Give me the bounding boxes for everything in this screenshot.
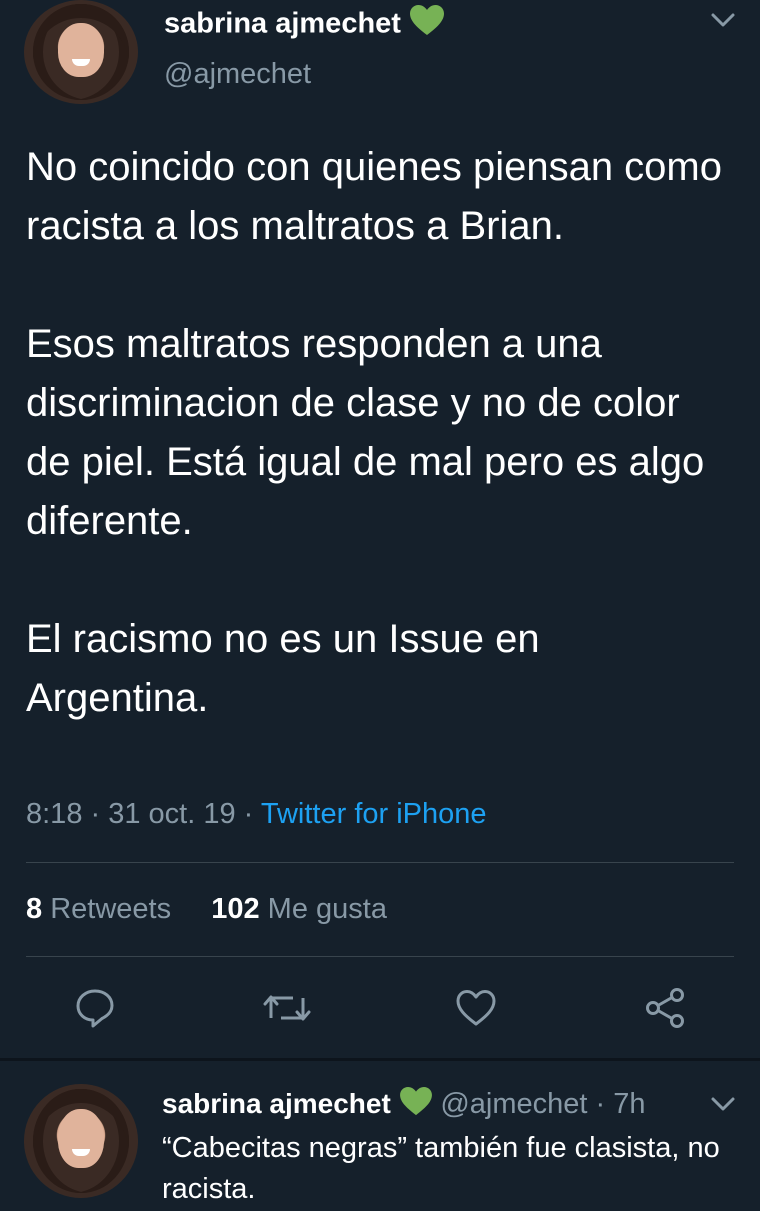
divider — [26, 862, 734, 863]
reply-icon[interactable] — [73, 986, 117, 1030]
reply-text: “Cabecitas negras” también fue clasista,… — [162, 1132, 720, 1205]
meta-separator: · — [235, 798, 261, 830]
reply-header: sabrina ajmechet @ajmechet · 7h — [162, 1085, 646, 1126]
retweets-count: 8 — [26, 893, 43, 925]
reply-author-name[interactable]: sabrina ajmechet — [162, 1088, 391, 1119]
reply-author-avatar[interactable] — [24, 1084, 138, 1198]
tweet-source-link[interactable]: Twitter for iPhone — [261, 798, 487, 830]
retweet-icon[interactable] — [263, 986, 311, 1030]
divider — [26, 956, 734, 957]
author-name-row[interactable]: sabrina ajmechet — [164, 4, 445, 46]
green-heart-icon — [409, 4, 445, 46]
like-icon[interactable] — [454, 986, 498, 1030]
tweet-text: No coincido con quienes piensan como rac… — [26, 145, 722, 720]
reply-author-handle[interactable]: @ajmechet — [440, 1088, 587, 1120]
retweets-stat[interactable]: 8 Retweets — [26, 893, 171, 925]
author-avatar[interactable] — [24, 0, 138, 104]
retweets-label: Retweets — [50, 893, 172, 925]
thread-separator — [0, 1058, 760, 1061]
reply-time[interactable]: 7h — [613, 1088, 645, 1120]
likes-label: Me gusta — [267, 893, 387, 925]
likes-count: 102 — [211, 893, 260, 925]
author-name[interactable]: sabrina ajmechet — [164, 8, 401, 40]
tweet-stats: 8 Retweets 102 Me gusta — [26, 893, 387, 926]
reply-separator: · — [587, 1088, 614, 1120]
green-heart-icon — [399, 1086, 433, 1126]
main-tweet: sabrina ajmechet @ajmechet No coincido c… — [0, 0, 760, 1060]
tweet-time[interactable]: 8:18 — [26, 798, 82, 830]
chevron-down-icon[interactable] — [710, 10, 736, 35]
author-handle[interactable]: @ajmechet — [164, 58, 311, 91]
chevron-down-icon[interactable] — [710, 1094, 736, 1119]
tweet-meta: 8:18 · 31 oct. 19 · Twitter for iPhone — [26, 798, 487, 831]
meta-separator: · — [82, 798, 109, 830]
share-icon[interactable] — [643, 986, 687, 1030]
tweet-date[interactable]: 31 oct. 19 — [108, 798, 235, 830]
likes-stat[interactable]: 102 Me gusta — [211, 893, 387, 925]
